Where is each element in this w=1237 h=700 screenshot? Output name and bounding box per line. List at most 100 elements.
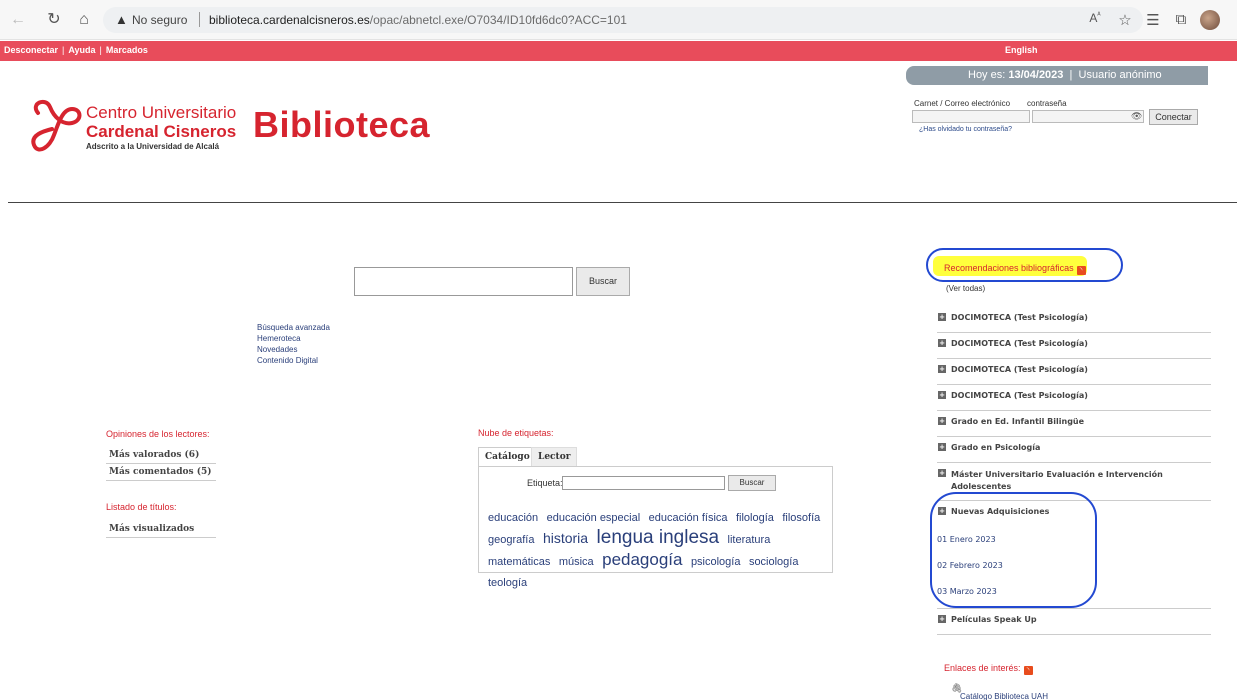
recommendation-item[interactable]: + DOCIMOTECA (Test Psicología) bbox=[937, 307, 1211, 333]
favorites-list-icon[interactable]: ☰ bbox=[1144, 11, 1162, 29]
expand-plus-icon: + bbox=[938, 313, 946, 321]
page-title: Biblioteca bbox=[253, 104, 431, 145]
recommendation-item[interactable]: + DOCIMOTECA (Test Psicología) bbox=[937, 385, 1211, 411]
recommendation-item[interactable]: + Grado en Ed. Infantil Bilingüe bbox=[937, 411, 1211, 437]
tab-catalog[interactable]: Catálogo bbox=[478, 447, 537, 467]
user-field-label: Carnet / Correo electrónico bbox=[914, 99, 1011, 108]
titles-list-title: Listado de títulos: bbox=[106, 502, 177, 512]
address-bar[interactable]: ▲ No seguro biblioteca.cardenalcisneros.… bbox=[103, 7, 1143, 33]
titles-list: Más visualizados bbox=[106, 521, 216, 538]
reload-icon[interactable]: ↻ bbox=[46, 12, 62, 28]
quick-links: Búsqueda avanzada Hemeroteca Novedades C… bbox=[257, 322, 330, 366]
search-button[interactable]: Buscar bbox=[576, 267, 630, 296]
expand-plus-icon: + bbox=[938, 469, 946, 477]
help-link[interactable]: Ayuda bbox=[68, 45, 95, 55]
links-of-interest-title: Enlaces de interés: ◝ bbox=[944, 663, 1033, 675]
reader-opinions-title: Opiniones de los lectores: bbox=[106, 429, 210, 439]
recommendation-item[interactable]: + DOCIMOTECA (Test Psicología) bbox=[937, 333, 1211, 359]
link-separator: | bbox=[99, 45, 102, 55]
back-arrow-icon[interactable]: ← bbox=[10, 12, 26, 28]
url-text: biblioteca.cardenalcisneros.es/opac/abne… bbox=[209, 13, 627, 27]
recommendations-title[interactable]: Recomendaciones bibliográficas ◝ bbox=[944, 263, 1086, 275]
expand-plus-icon: + bbox=[938, 443, 946, 451]
tag-label: Etiqueta: bbox=[527, 478, 563, 488]
read-aloud-icon[interactable]: Aᴬ bbox=[1086, 11, 1104, 25]
favorite-star-icon[interactable]: ☆ bbox=[1116, 11, 1134, 29]
recommendation-item[interactable]: + Grado en Psicología bbox=[937, 437, 1211, 463]
tag-link[interactable]: pedagogía bbox=[602, 550, 682, 569]
recommendation-label: Grado en Psicología bbox=[951, 443, 1041, 452]
bookmarks-link[interactable]: Marcados bbox=[106, 45, 148, 55]
tag-link[interactable]: geografía bbox=[488, 534, 534, 546]
tag-link[interactable]: teología bbox=[488, 577, 527, 589]
expand-plus-icon: + bbox=[938, 339, 946, 347]
tag-cloud: educación educación especial educación f… bbox=[488, 507, 833, 593]
password-field-label: contraseña bbox=[1027, 99, 1067, 108]
profile-avatar[interactable] bbox=[1200, 10, 1220, 30]
tag-link[interactable]: educación física bbox=[649, 512, 728, 524]
url-path: /opac/abnetcl.exe/O7034/ID10fd6dc0?ACC=1… bbox=[369, 13, 627, 27]
recommendation-label: Máster Universitario Evaluación e Interv… bbox=[951, 470, 1163, 491]
university-name[interactable]: Centro Universitario Cardenal Cisneros A… bbox=[86, 103, 236, 151]
header-divider bbox=[8, 202, 1237, 203]
password-input[interactable] bbox=[1032, 110, 1144, 123]
rss-icon[interactable]: ◝ bbox=[1023, 666, 1033, 675]
tag-cloud-title: Nube de etiquetas: bbox=[478, 428, 554, 438]
tag-link[interactable]: matemáticas bbox=[488, 556, 550, 568]
advanced-search-link[interactable]: Búsqueda avanzada bbox=[257, 322, 330, 333]
recommendations-title-text: Recomendaciones bibliográficas bbox=[944, 263, 1074, 273]
catalog-link[interactable]: Catálogo Biblioteca UAH bbox=[960, 692, 1048, 700]
browser-toolbar: ← ↻ ⌂ ▲ No seguro biblioteca.cardenalcis… bbox=[0, 0, 1237, 40]
tag-link[interactable]: educación especial bbox=[547, 512, 641, 524]
tag-link[interactable]: psicología bbox=[691, 556, 741, 568]
link-separator: | bbox=[62, 45, 65, 55]
most-viewed-link[interactable]: Más visualizados bbox=[106, 521, 216, 538]
digital-content-link[interactable]: Contenido Digital bbox=[257, 355, 330, 366]
tag-link[interactable]: música bbox=[559, 556, 594, 568]
search-input[interactable] bbox=[354, 267, 573, 296]
university-logo-icon bbox=[31, 99, 82, 152]
tag-link[interactable]: educación bbox=[488, 512, 538, 524]
show-password-icon[interactable]: 👁 bbox=[1131, 111, 1142, 122]
tag-link[interactable]: historia bbox=[543, 530, 588, 546]
forgot-password-link[interactable]: ¿Has olvidado tu contraseña? bbox=[919, 126, 1012, 133]
user-input[interactable] bbox=[912, 110, 1030, 123]
most-commented-link[interactable]: Más comentados (5) bbox=[106, 464, 216, 481]
tag-cloud-panel: Etiqueta: Buscar educación educación esp… bbox=[478, 466, 833, 589]
see-all-link[interactable]: (Ver todas) bbox=[946, 284, 985, 293]
user-status: Usuario anónimo bbox=[1078, 69, 1162, 81]
collections-icon[interactable]: ⧉ bbox=[1172, 11, 1190, 28]
most-rated-link[interactable]: Más valorados (6) bbox=[106, 447, 216, 464]
address-divider bbox=[199, 12, 200, 27]
top-links: Desconectar | Ayuda | Marcados bbox=[4, 45, 148, 55]
tag-link[interactable]: filología bbox=[736, 512, 774, 524]
tag-input[interactable] bbox=[562, 476, 725, 490]
recommendation-item[interactable]: + DOCIMOTECA (Test Psicología) bbox=[937, 359, 1211, 385]
recommendation-label: DOCIMOTECA (Test Psicología) bbox=[951, 313, 1088, 322]
logo-line-2: Cardenal Cisneros bbox=[86, 122, 237, 141]
recommendation-label: Grado en Ed. Infantil Bilingüe bbox=[951, 417, 1085, 426]
logo-line-1: Centro Universitario bbox=[86, 103, 237, 122]
links-title-text: Enlaces de interés: bbox=[944, 663, 1021, 673]
tag-search-button[interactable]: Buscar bbox=[728, 475, 776, 491]
expand-plus-icon: + bbox=[938, 365, 946, 373]
recommendation-item[interactable]: + Películas Speak Up bbox=[937, 609, 1211, 635]
recommendation-label: Películas Speak Up bbox=[951, 615, 1037, 624]
language-link[interactable]: English bbox=[1005, 45, 1038, 55]
periodicals-link[interactable]: Hemeroteca bbox=[257, 333, 330, 344]
tag-link[interactable]: filosofía bbox=[782, 512, 820, 524]
tab-reader[interactable]: Lector bbox=[531, 447, 578, 467]
home-icon[interactable]: ⌂ bbox=[76, 12, 92, 28]
tag-link[interactable]: lengua inglesa bbox=[597, 527, 720, 548]
tag-link[interactable]: sociología bbox=[749, 556, 799, 568]
security-label: No seguro bbox=[132, 13, 188, 27]
top-bar: Desconectar | Ayuda | Marcados English bbox=[0, 41, 1237, 61]
connect-button[interactable]: Conectar bbox=[1149, 109, 1198, 125]
recommendation-label: DOCIMOTECA (Test Psicología) bbox=[951, 365, 1088, 374]
annotation-circle bbox=[930, 492, 1097, 608]
new-arrivals-link[interactable]: Novedades bbox=[257, 344, 330, 355]
disconnect-link[interactable]: Desconectar bbox=[4, 45, 58, 55]
recommendation-label: DOCIMOTECA (Test Psicología) bbox=[951, 339, 1088, 348]
tag-link[interactable]: literatura bbox=[728, 534, 771, 546]
rss-icon[interactable]: ◝ bbox=[1076, 266, 1086, 275]
